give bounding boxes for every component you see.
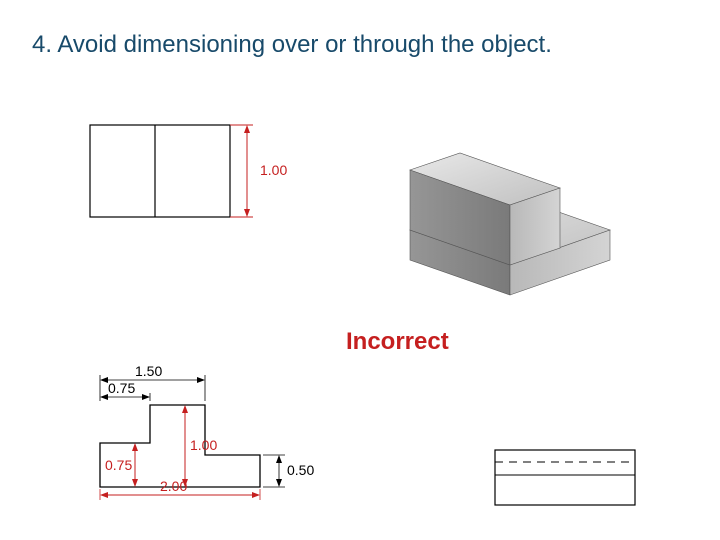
dim-1-00h: 1.00 — [190, 437, 217, 453]
dim-0-75w: 0.75 — [108, 380, 135, 396]
incorrect-label: Incorrect — [346, 328, 449, 356]
dim-top-height: 1.00 — [260, 162, 287, 178]
dim-1-50: 1.50 — [135, 363, 162, 379]
bottom-front-view: 1.50 0.75 0.75 1.00 2.00 0.50 — [75, 335, 335, 525]
side-view — [490, 430, 650, 520]
dim-2-00: 2.00 — [160, 478, 187, 494]
rule-title: 4. Avoid dimensioning over or through th… — [32, 28, 552, 62]
dim-0-50: 0.50 — [287, 462, 314, 478]
top-front-view: 1.00 — [85, 120, 305, 230]
isometric-view — [380, 110, 640, 300]
dim-0-75h: 0.75 — [105, 457, 132, 473]
